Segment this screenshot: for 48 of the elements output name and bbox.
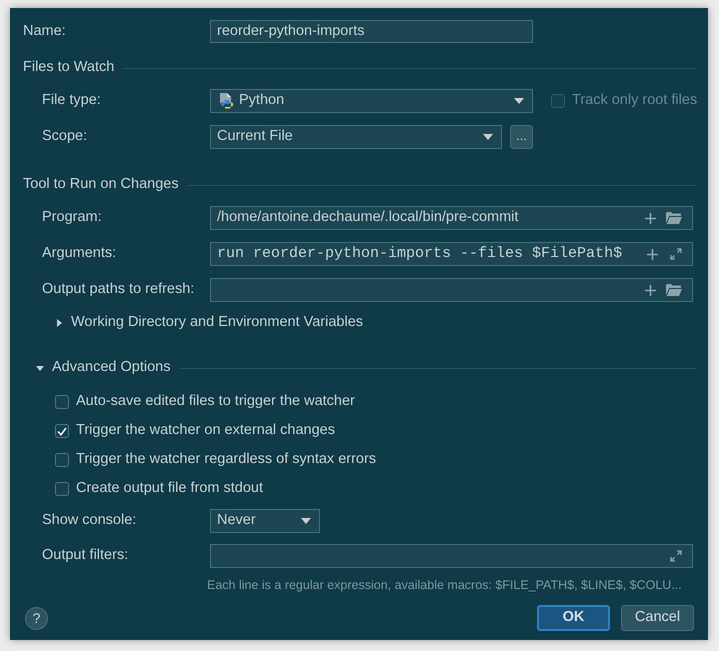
arguments-input[interactable]: run reorder-python-imports --files $FilePath$ <box>210 242 693 266</box>
expand-icon[interactable] <box>670 550 682 562</box>
path-input[interactable]: /home/antoine.dechaume/.local/bin/pre-commit <box>210 206 693 230</box>
browse-button[interactable]: ... <box>510 125 533 149</box>
field-label: Name: <box>23 22 66 41</box>
checkbox-label: Create output file from stdout <box>76 479 263 498</box>
plus-icon[interactable] <box>645 284 656 296</box>
triangle-right-icon[interactable] <box>57 319 62 327</box>
plus-icon[interactable] <box>645 212 656 224</box>
triangle-down-icon[interactable] <box>36 366 44 370</box>
help-button[interactable]: ? <box>25 606 48 630</box>
show-console-dropdown[interactable]: Never <box>210 509 320 533</box>
caret-down-icon <box>514 98 524 104</box>
field-label: Arguments: <box>42 244 116 264</box>
caret-down-icon <box>301 518 311 524</box>
field-label: Output paths to refresh: <box>42 280 194 300</box>
section-title: Advanced Options <box>52 358 170 378</box>
ok-button[interactable]: OK <box>537 605 610 631</box>
plus-icon[interactable] <box>647 248 658 260</box>
cancel-button[interactable]: Cancel <box>621 605 694 631</box>
checkbox-label: Trigger the watcher regardless of syntax errors <box>76 450 376 470</box>
field-label: Program: <box>42 208 102 228</box>
name-input[interactable]: reorder-python-imports <box>210 20 533 43</box>
caret-down-icon <box>483 134 493 140</box>
output-filters-input[interactable] <box>210 544 693 568</box>
checkbox[interactable] <box>55 395 69 409</box>
python-file-icon <box>219 93 233 109</box>
expand-icon[interactable] <box>670 248 682 260</box>
field-label: Output filters: <box>42 546 128 566</box>
collapsible-section-title[interactable]: Working Directory and Environment Variables <box>71 312 364 334</box>
checkbox-label: Auto-save edited files to trigger the watcher <box>76 392 355 412</box>
folder-icon[interactable] <box>666 284 682 296</box>
checkmark-icon <box>57 426 67 436</box>
checkbox[interactable] <box>55 453 69 467</box>
checkbox-label: Track only root files <box>572 91 698 110</box>
field-label: File type: <box>42 91 101 110</box>
section-title: Tool to Run on Changes <box>23 175 179 194</box>
section-title: Files to Watch <box>23 58 114 78</box>
scope-dropdown[interactable]: Current File <box>210 125 502 149</box>
hint-text: Each line is a regular expression, available macros: $FILE_PATH$, $LINE$, $COLU... <box>207 577 682 593</box>
file-type-dropdown[interactable]: Python <box>210 89 533 113</box>
field-label: Show console: <box>42 511 136 530</box>
checkbox-label: Trigger the watcher on external changes <box>76 421 335 440</box>
field-label: Scope: <box>42 127 88 146</box>
checkbox[interactable] <box>55 424 69 438</box>
path-input[interactable] <box>210 278 693 302</box>
checkbox[interactable] <box>55 482 69 496</box>
folder-icon[interactable] <box>666 212 682 224</box>
